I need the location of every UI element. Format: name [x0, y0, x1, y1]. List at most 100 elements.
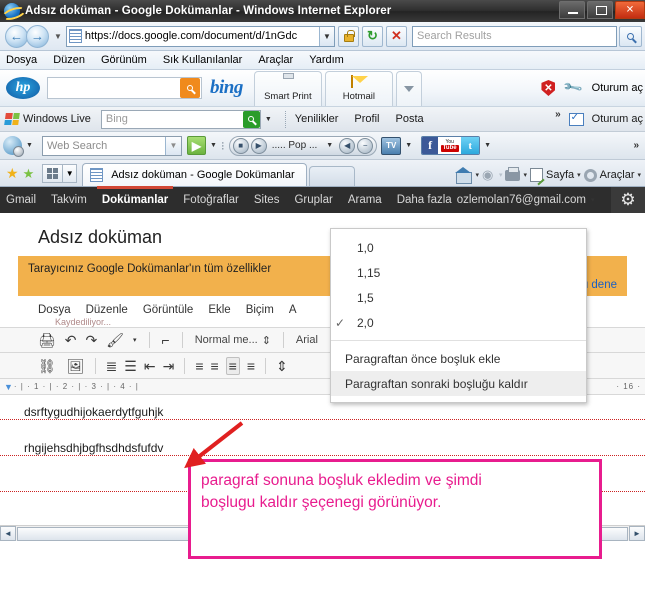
- menu-item-gorunum[interactable]: Görünüm: [101, 54, 147, 66]
- smart-print-button[interactable]: Smart Print: [253, 70, 322, 106]
- indent-icon[interactable]: ⇥: [163, 359, 175, 373]
- image-icon[interactable]: 🖼: [67, 359, 85, 373]
- line-spacing-icon[interactable]: ⇕: [276, 359, 288, 373]
- rss-feed-icon[interactable]: ◉: [482, 168, 496, 182]
- align-center-icon[interactable]: ≡: [211, 359, 219, 373]
- windows-live-search-input[interactable]: Bing: [100, 109, 261, 129]
- stop-button[interactable]: ✕: [386, 25, 407, 47]
- settings-gear-icon[interactable]: ⚙: [611, 187, 645, 213]
- account-email[interactable]: ozlemolan76@gmail.com: [457, 194, 586, 206]
- page-menu-caret-icon[interactable]: ▾: [577, 171, 581, 179]
- docs-menu-bicim[interactable]: Biçim: [246, 304, 274, 316]
- docs-menu-goruntule[interactable]: Görüntüle: [143, 304, 194, 316]
- scroll-right-button[interactable]: ►: [629, 526, 645, 541]
- go-dropdown-caret-icon[interactable]: ▼: [210, 142, 217, 149]
- search-input[interactable]: Search Results: [412, 25, 617, 47]
- hp-overflow-button[interactable]: [395, 70, 422, 106]
- volume-button[interactable]: ◀: [339, 137, 356, 154]
- wl-link-yenilikler[interactable]: Yenilikler: [295, 113, 339, 125]
- page-menu-icon[interactable]: [529, 168, 543, 182]
- gnav-fotograflar[interactable]: Fotoğraflar: [183, 194, 239, 206]
- security-shield-icon[interactable]: ✕: [541, 80, 556, 96]
- gnav-daha-fazla[interactable]: Daha fazla: [397, 194, 452, 206]
- tv-button[interactable]: TV: [381, 136, 402, 155]
- mute-button[interactable]: −: [357, 137, 374, 154]
- print-icon[interactable]: 🖨: [38, 333, 56, 347]
- docs-menu-ekle[interactable]: Ekle: [208, 304, 230, 316]
- web-search-input[interactable]: Web Search ▼: [41, 135, 182, 156]
- gnav-dokumanlar[interactable]: Dokümanlar: [96, 186, 174, 206]
- history-dropdown-caret-icon[interactable]: ▼: [54, 32, 62, 41]
- menu-action-add-space-before[interactable]: Paragraftan önce boşluk ekle: [331, 346, 586, 371]
- docs-menu-duzenle[interactable]: Düzenle: [86, 304, 128, 316]
- play-button[interactable]: ▶: [250, 137, 267, 154]
- web-search-dropdown-button[interactable]: ▼: [164, 136, 181, 155]
- gnav-arama[interactable]: Arama: [348, 194, 382, 206]
- tab-list-dropdown-button[interactable]: ▼: [63, 164, 78, 183]
- font-family-select[interactable]: Arial: [296, 334, 318, 346]
- menu-item-duzen[interactable]: Düzen: [53, 54, 85, 66]
- facebook-icon[interactable]: f: [422, 137, 439, 154]
- menu-action-remove-space-after[interactable]: Paragraftan sonraki boşluğu kaldır: [331, 371, 586, 396]
- gnav-gruplar[interactable]: Gruplar: [294, 194, 332, 206]
- tv-dropdown-caret-icon[interactable]: ▼: [405, 142, 412, 149]
- browser-tab-active[interactable]: Adsız doküman - Google Dokümanlar: [82, 163, 308, 186]
- close-button[interactable]: ✕: [615, 1, 645, 19]
- forward-button[interactable]: →: [26, 24, 49, 48]
- paint-format-caret-icon[interactable]: ▾: [133, 336, 137, 344]
- redo-icon[interactable]: ↷: [86, 333, 98, 347]
- account-caret-icon[interactable]: ▾: [591, 196, 595, 204]
- menu-item-sik-kullanilanlar[interactable]: Sık Kullanılanlar: [163, 54, 243, 66]
- wl-link-profil[interactable]: Profil: [354, 113, 379, 125]
- drag-handle[interactable]: ⁝: [221, 139, 225, 153]
- search-go-button[interactable]: [619, 25, 642, 47]
- add-favorite-icon[interactable]: ★: [23, 166, 35, 182]
- address-input[interactable]: https://docs.google.com/document/d/1nGdc…: [65, 25, 335, 47]
- wl-search-go-button[interactable]: [242, 110, 260, 128]
- tools-menu-label[interactable]: Araçlar: [600, 169, 635, 181]
- gnav-takvim[interactable]: Takvim: [51, 194, 87, 206]
- media-dropdown-caret-icon[interactable]: ▼: [326, 142, 333, 149]
- align-left-icon[interactable]: ≡: [195, 359, 203, 373]
- gnav-gmail[interactable]: Gmail: [6, 194, 36, 206]
- scroll-left-button[interactable]: ◄: [0, 526, 16, 541]
- wl-overflow-button[interactable]: »: [555, 109, 561, 120]
- hp-signin-label[interactable]: Oturum aç: [592, 82, 643, 94]
- highlight-icon[interactable]: ⌐: [162, 333, 170, 347]
- numbered-list-icon[interactable]: ≣: [106, 359, 118, 373]
- docs-menu-dosya[interactable]: Dosya: [38, 304, 71, 316]
- menu-item-araclar[interactable]: Araçlar: [258, 54, 293, 66]
- media-overflow-button[interactable]: »: [633, 140, 645, 151]
- indent-marker-icon[interactable]: ▼: [4, 382, 14, 392]
- menu-item-dosya[interactable]: Dosya: [6, 54, 37, 66]
- new-tab-button[interactable]: [309, 166, 356, 186]
- security-lock-button[interactable]: [338, 25, 359, 47]
- page-menu-label[interactable]: Sayfa: [546, 169, 574, 181]
- link-icon[interactable]: ⛓: [38, 359, 56, 373]
- undo-icon[interactable]: ↶: [65, 333, 77, 347]
- home-icon[interactable]: [455, 167, 473, 184]
- go-button[interactable]: ▶: [186, 136, 206, 155]
- quick-tabs-button[interactable]: [42, 164, 64, 183]
- home-dropdown-caret-icon[interactable]: ▾: [475, 171, 479, 179]
- address-dropdown-button[interactable]: ▼: [319, 26, 334, 46]
- favorites-star-icon[interactable]: ★: [6, 165, 19, 182]
- refresh-button[interactable]: ↻: [362, 25, 383, 47]
- wl-search-dropdown-caret-icon[interactable]: ▼: [265, 116, 272, 123]
- hp-search-go-button[interactable]: [180, 78, 200, 98]
- maximize-button[interactable]: [587, 1, 613, 19]
- minimize-button[interactable]: [559, 1, 585, 19]
- hp-search-input[interactable]: [47, 77, 202, 99]
- paragraph-style-select[interactable]: Normal me... ⇕: [195, 334, 271, 347]
- stop-button[interactable]: ■: [232, 137, 249, 154]
- menu-item-yardim[interactable]: Yardım: [309, 54, 344, 66]
- wrench-icon[interactable]: 🔧: [562, 77, 584, 99]
- outdent-icon[interactable]: ⇤: [144, 359, 156, 373]
- align-right-icon[interactable]: ≡: [225, 356, 240, 375]
- media-toolbar-caret-icon[interactable]: ▼: [26, 142, 33, 149]
- youtube-icon[interactable]: You Tube: [438, 137, 462, 154]
- twitter-icon[interactable]: t: [461, 137, 480, 154]
- gnav-sites[interactable]: Sites: [254, 194, 280, 206]
- print-dropdown-caret-icon[interactable]: ▾: [523, 171, 527, 179]
- gear-icon[interactable]: [583, 168, 597, 182]
